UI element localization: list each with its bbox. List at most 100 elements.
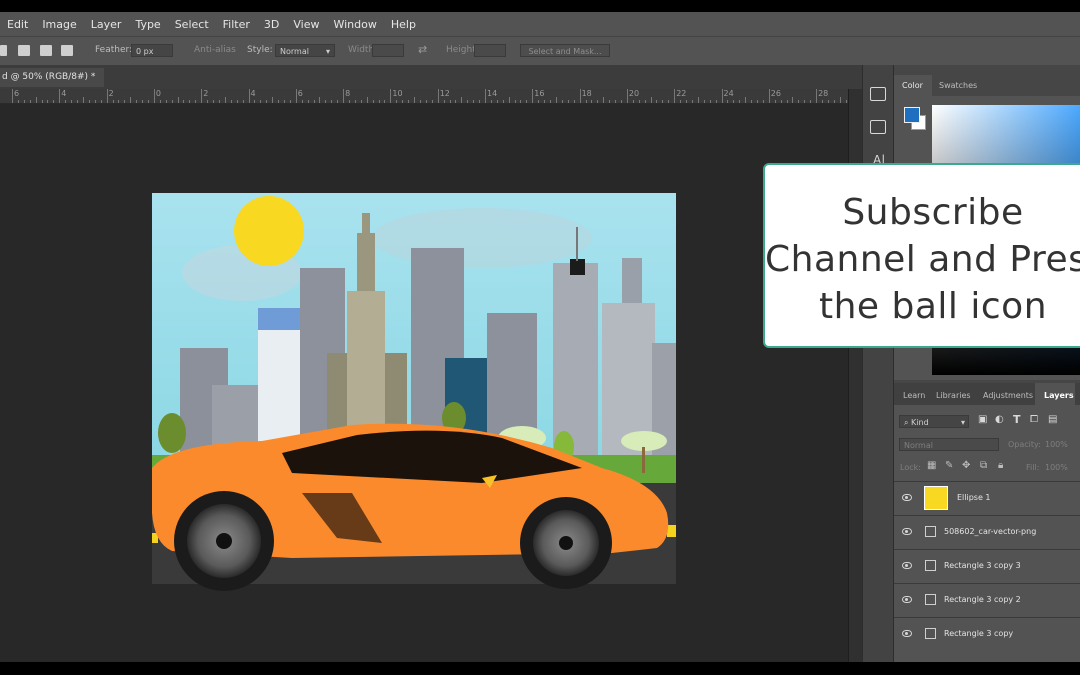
menu-3d[interactable]: 3D — [257, 18, 286, 31]
ruler-subtick — [349, 100, 350, 103]
ruler-tick-label: 18 — [581, 89, 592, 98]
ruler-subtick — [130, 97, 132, 103]
ruler-subtick — [502, 100, 504, 103]
ruler-subtick — [337, 100, 339, 103]
ruler-tick — [721, 89, 723, 103]
menu-layer[interactable]: Layer — [84, 18, 129, 31]
ruler-subtick — [703, 100, 705, 103]
ruler-subtick — [35, 97, 37, 103]
ruler-subtick — [71, 100, 73, 103]
ruler-subtick — [283, 100, 285, 103]
antialias-checkbox[interactable]: Anti-alias — [194, 45, 236, 55]
subtract-selection-icon[interactable] — [40, 45, 52, 56]
menu-edit[interactable]: Edit — [0, 18, 35, 31]
tab-color[interactable]: Color — [894, 75, 932, 96]
ruler-subtick — [751, 100, 753, 103]
height-input[interactable] — [474, 44, 506, 57]
intersect-selection-icon[interactable] — [61, 45, 73, 56]
ruler-subtick — [301, 100, 303, 103]
opacity-value[interactable]: 100% — [1045, 440, 1068, 449]
sun-ellipse — [234, 196, 304, 266]
ruler-subtick — [691, 100, 693, 103]
ruler-tick — [768, 89, 770, 103]
fill-value[interactable]: 100% — [1045, 463, 1068, 472]
filter-shape-icon[interactable]: ⧠ — [1030, 414, 1038, 425]
layer-name: Ellipse 1 — [957, 493, 991, 502]
ruler-subtick — [597, 100, 599, 103]
style-select[interactable]: Normal ▾ — [275, 44, 335, 57]
select-and-mask-button[interactable]: Select and Mask... — [520, 44, 610, 57]
lock-move-icon[interactable]: ✥ — [962, 460, 970, 471]
ruler-subtick — [786, 100, 788, 103]
ruler-subtick — [378, 100, 380, 103]
visibility-eye-icon[interactable] — [902, 562, 912, 569]
properties-icon[interactable] — [870, 120, 886, 134]
ruler-subtick — [100, 100, 102, 103]
layer-row[interactable]: Ellipse 1 — [894, 481, 1080, 515]
ruler-tick-label: 28 — [818, 89, 829, 98]
document-tab[interactable]: d @ 50% (RGB/8#) * × — [0, 68, 104, 101]
ruler-subtick — [414, 97, 416, 103]
add-selection-icon[interactable] — [18, 45, 30, 56]
ruler-tick — [343, 89, 345, 103]
layer-row[interactable]: Rectangle 3 copy — [894, 617, 1080, 651]
shape-layer-icon — [925, 628, 936, 639]
tab-color-label: Color — [902, 81, 923, 90]
ruler-tick — [153, 89, 155, 103]
ruler-subtick — [550, 100, 552, 103]
filter-smart-icon[interactable]: ▤ — [1048, 414, 1057, 425]
smart-object-icon — [925, 526, 936, 537]
ruler-subtick — [47, 100, 49, 103]
ruler-tick-label: 20 — [628, 89, 640, 98]
visibility-eye-icon[interactable] — [902, 630, 912, 637]
tab-layers[interactable]: Layers — [1035, 383, 1075, 405]
layer-row[interactable]: 508602_car-vector-png — [894, 515, 1080, 549]
menu-select[interactable]: Select — [168, 18, 216, 31]
horizontal-ruler: 6 4 2 0 2 4 6 8 10 12 14 16 18 20 22 24 26 28 — [0, 89, 848, 104]
subscribe-overlay: Subscribe Channel and Press the ball ico… — [763, 163, 1080, 348]
ruler-tick — [485, 89, 486, 103]
menu-type[interactable]: Type — [128, 18, 167, 31]
menu-help[interactable]: Help — [384, 18, 423, 31]
ruler-subtick — [473, 100, 475, 103]
filter-adjustment-icon[interactable]: ◐ — [995, 414, 1004, 425]
filter-type-icon[interactable]: T — [1013, 413, 1021, 426]
visibility-eye-icon[interactable] — [902, 494, 912, 501]
filter-pixel-icon[interactable]: ▣ — [978, 414, 987, 425]
menu-window[interactable]: Window — [326, 18, 383, 31]
new-selection-icon[interactable] — [0, 45, 7, 56]
visibility-eye-icon[interactable] — [902, 528, 912, 535]
layer-row[interactable]: Rectangle 3 copy 3 — [894, 549, 1080, 583]
visibility-eye-icon[interactable] — [902, 596, 912, 603]
history-icon[interactable] — [870, 87, 886, 101]
layer-row[interactable]: Rectangle 3 copy 2 — [894, 583, 1080, 617]
tab-swatches[interactable]: Swatches — [939, 81, 977, 90]
ruler-subtick — [147, 100, 149, 103]
canvas-workspace[interactable] — [0, 104, 848, 662]
layer-name: Rectangle 3 copy — [944, 629, 1014, 638]
lock-brush-icon[interactable]: ✎ — [945, 460, 953, 471]
foreground-color-swatch[interactable] — [904, 107, 920, 123]
tab-layers-label: Layers — [1044, 391, 1074, 400]
document-canvas[interactable] — [0, 104, 848, 662]
swap-icon[interactable]: ⇄ — [418, 43, 427, 56]
lock-artboard-icon[interactable]: ⧉ — [980, 460, 987, 471]
ruler-subtick — [573, 100, 575, 103]
ruler-subtick — [780, 100, 782, 103]
ruler-subtick — [319, 97, 321, 103]
menu-filter[interactable]: Filter — [216, 18, 257, 31]
ruler-subtick — [213, 100, 215, 103]
feather-input[interactable]: 0 px — [131, 44, 173, 57]
tab-adjustments[interactable]: Adjustments — [983, 391, 1033, 400]
tab-learn[interactable]: Learn — [903, 391, 925, 400]
layer-filter-select[interactable]: ⌕ Kind ▾ — [899, 415, 969, 428]
width-input[interactable] — [372, 44, 404, 57]
lock-transparent-icon[interactable]: ▦ — [927, 460, 936, 471]
ruler-tick-label: 24 — [723, 89, 734, 98]
menu-image[interactable]: Image — [35, 18, 83, 31]
blend-mode-select[interactable]: Normal — [899, 438, 999, 451]
lock-all-icon[interactable]: 🔒︎ — [998, 460, 1003, 471]
menu-view[interactable]: View — [286, 18, 326, 31]
tab-libraries[interactable]: Libraries — [936, 391, 971, 400]
ruler-tick-label: 22 — [676, 89, 687, 98]
